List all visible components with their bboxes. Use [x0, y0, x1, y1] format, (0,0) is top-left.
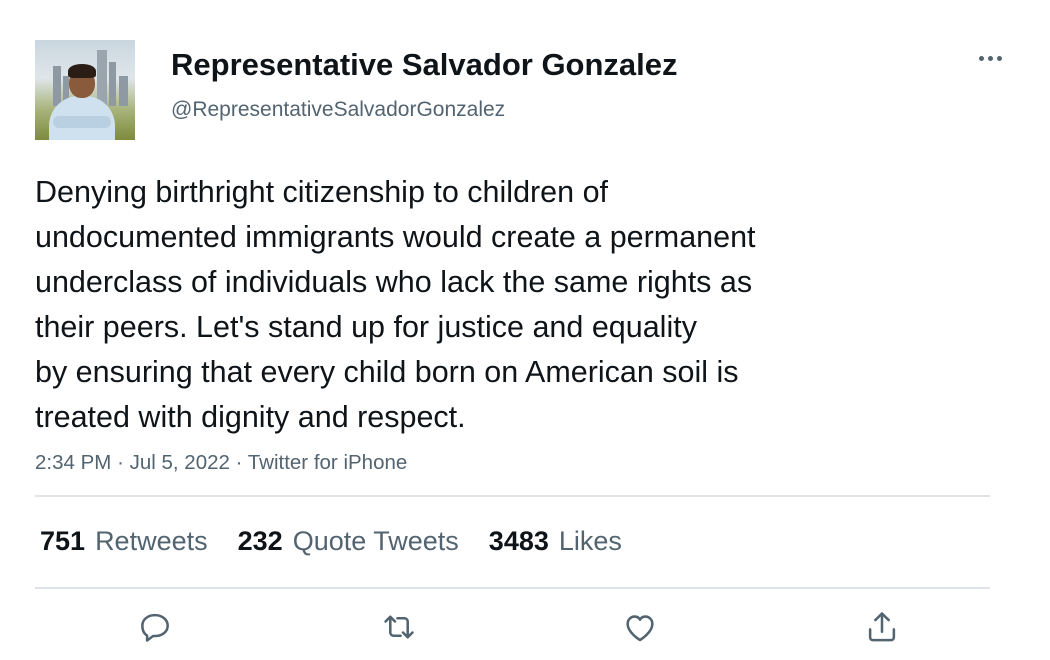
tweet-text: Denying birthright citizenship to childr…: [35, 170, 935, 440]
person-hair: [68, 64, 96, 78]
retweets-label: Retweets: [95, 525, 208, 556]
heart-icon[interactable]: [616, 603, 664, 651]
more-horizontal-icon[interactable]: [973, 48, 1007, 68]
reply-icon[interactable]: [131, 603, 179, 651]
tweet-stats: 751 Retweets 232 Quote Tweets 3483 Likes: [40, 521, 622, 561]
tweet-text-line: by ensuring that every child born on Ame…: [35, 355, 739, 389]
retweet-icon[interactable]: [375, 603, 423, 651]
tweet-time[interactable]: 2:34 PM: [35, 451, 111, 474]
more-dot: [978, 55, 984, 61]
share-icon[interactable]: [858, 603, 906, 651]
tweet-meta: 2:34 PM · Jul 5, 2022 · Twitter for iPho…: [35, 451, 407, 475]
tweet-source[interactable]: Twitter for iPhone: [248, 451, 408, 474]
quote-tweets-stat[interactable]: 232 Quote Tweets: [238, 526, 459, 557]
more-dot: [996, 55, 1002, 61]
divider: [35, 587, 990, 589]
tweet-actions: [35, 603, 990, 653]
skyline-building: [97, 50, 107, 106]
tweet-text-line: underclass of individuals who lack the s…: [35, 265, 753, 299]
user-handle[interactable]: @RepresentativeSalvadorGonzalez: [171, 98, 505, 122]
skyline-building: [53, 66, 61, 106]
skyline-building: [109, 62, 116, 106]
retweets-count: 751: [40, 525, 86, 556]
display-name[interactable]: Representative Salvador Gonzalez: [171, 47, 678, 83]
tweet-text-line: their peers. Let's stand up for justice …: [35, 310, 697, 344]
person-arms: [53, 116, 111, 128]
likes-count: 3483: [488, 525, 549, 556]
tweet-text-line: Denying birthright citizenship to childr…: [35, 175, 609, 209]
more-dot: [987, 55, 993, 61]
tweet-text-line: treated with dignity and respect.: [35, 400, 466, 434]
tweet-date[interactable]: Jul 5, 2022: [130, 451, 230, 474]
quote-tweets-label: Quote Tweets: [292, 525, 459, 556]
quote-tweets-count: 232: [237, 525, 283, 556]
tweet-text-line: undocumented immigrants would create a p…: [35, 220, 756, 254]
skyline-building: [119, 76, 128, 106]
tweet-header: Representative Salvador Gonzalez @Repres…: [35, 40, 1005, 140]
meta-separator: ·: [235, 451, 243, 474]
likes-label: Likes: [558, 525, 622, 556]
retweets-stat[interactable]: 751 Retweets: [40, 526, 208, 557]
meta-separator: ·: [117, 451, 124, 474]
avatar[interactable]: [35, 40, 135, 140]
likes-stat[interactable]: 3483 Likes: [489, 526, 622, 557]
divider: [35, 495, 990, 497]
